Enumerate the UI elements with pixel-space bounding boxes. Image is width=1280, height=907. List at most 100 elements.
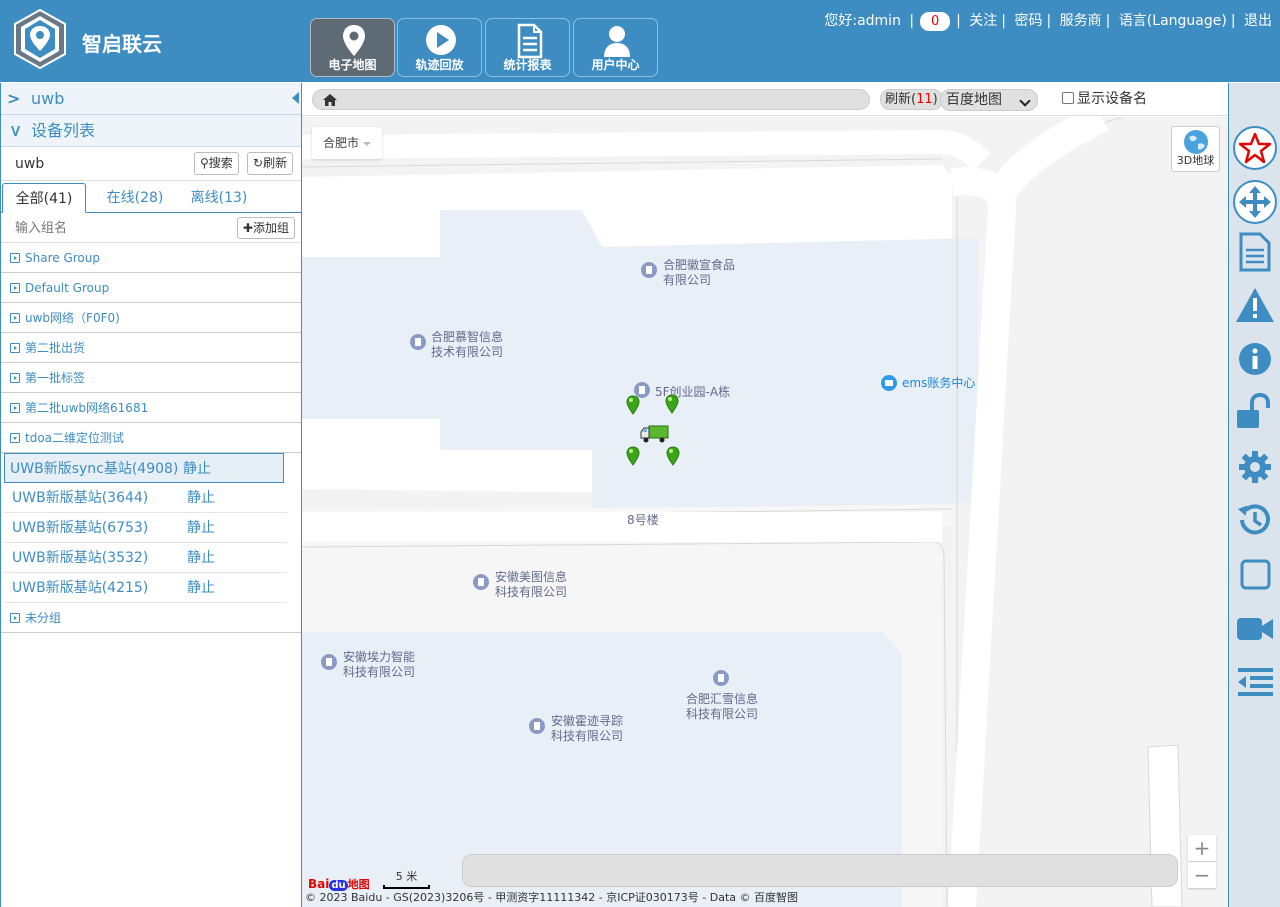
language-link[interactable]: 语言(Language) <box>1119 13 1227 29</box>
group-default[interactable]: Default Group <box>1 273 301 303</box>
tab-all[interactable]: 全部(41) <box>2 183 86 213</box>
square-icon[interactable] <box>1232 552 1278 598</box>
expand-icon <box>10 343 20 353</box>
gear-icon[interactable] <box>1232 444 1278 490</box>
device-row[interactable]: UWB新版基站(3532) 静止 <box>4 543 287 573</box>
search-button[interactable]: ⚲搜索 <box>194 152 239 175</box>
poi-label[interactable]: 安徽霍迹寻踪 科技有限公司 <box>551 714 623 744</box>
device-list-title: 设备列表 <box>31 121 96 140</box>
logout-link[interactable]: 退出 <box>1244 13 1272 29</box>
nav-user-center[interactable]: 用户中心 <box>573 18 658 77</box>
group-tdoa-test[interactable]: tdoa二维定位测试 <box>1 423 301 453</box>
video-icon[interactable] <box>1232 606 1278 652</box>
refresh-button[interactable]: ↻刷新 <box>247 152 294 175</box>
group-share[interactable]: Share Group <box>1 243 301 273</box>
add-group-button[interactable]: ✚添加组 <box>236 217 295 239</box>
move-icon[interactable] <box>1232 179 1278 225</box>
home-icon[interactable] <box>322 93 338 107</box>
mail-service-icon <box>881 375 897 391</box>
tab-online[interactable]: 在线(28) <box>93 183 177 213</box>
follow-link[interactable]: 关注 <box>969 13 997 29</box>
header: 智启联云 电子地图 轨迹回放 统计报表 用户中心 您好:admin | 0 | … <box>0 0 1280 82</box>
group-label: Default Group <box>25 281 110 295</box>
nav-electronic-map[interactable]: 电子地图 <box>310 18 395 77</box>
poi-label[interactable]: 安徽埃力智能 科技有限公司 <box>343 650 415 680</box>
tab-offline[interactable]: 离线(13) <box>177 183 261 213</box>
logo-icon <box>14 8 66 70</box>
search-row: ⚲搜索 ↻刷新 <box>1 147 301 181</box>
device-row[interactable]: UWB新版基站(4215) 静止 <box>4 573 287 603</box>
history-icon[interactable] <box>1232 497 1278 543</box>
refresh-countdown: 11 <box>916 92 933 107</box>
building-icon <box>641 262 657 278</box>
device-name: UWB新版基站(3644) <box>12 490 149 506</box>
zoom-in-button[interactable]: + <box>1188 835 1216 861</box>
building-icon <box>529 718 545 734</box>
map-refresh-button[interactable]: 刷新(11) <box>880 89 943 110</box>
nav-statistics-report[interactable]: 统计报表 <box>485 18 570 77</box>
building-icon <box>713 670 729 686</box>
unlock-icon[interactable] <box>1232 389 1278 435</box>
map-bottom-bar <box>462 854 1178 887</box>
refresh-label: 刷新( <box>885 92 917 107</box>
nav-label: 电子地图 <box>328 58 377 72</box>
search-button-label: 搜索 <box>208 156 233 170</box>
left-panel: > uwb > 设备列表 ⚲搜索 ↻刷新 全部(41) 在线(28) 离线(13… <box>0 83 302 907</box>
city-label: 合肥市 <box>323 136 360 150</box>
3d-globe-button[interactable]: 3D地球 <box>1171 126 1220 172</box>
device-row[interactable]: UWB新版基站(3644) 静止 <box>4 483 287 513</box>
indent-icon[interactable] <box>1232 659 1278 705</box>
device-search-input[interactable] <box>5 151 193 176</box>
base-station-marker[interactable] <box>626 446 640 466</box>
map-type-select[interactable]: 百度地图 <box>940 89 1038 111</box>
refresh-icon: ↻ <box>253 156 264 170</box>
base-station-marker[interactable] <box>666 446 680 466</box>
provider-link[interactable]: 服务商 <box>1060 13 1102 29</box>
map-canvas[interactable]: 合肥市 3D地球 合肥徽宣食品 有限公司 合肥慕智信息 技术有限公司 5F创业园-A… <box>302 117 1228 907</box>
add-group-label: 添加组 <box>252 221 289 235</box>
account-header[interactable]: > uwb <box>1 83 301 115</box>
device-row[interactable]: UWB新版sync基站(4908) 静止 <box>4 453 284 483</box>
device-row[interactable]: UWB新版基站(6753) 静止 <box>4 513 287 543</box>
nav-track-playback[interactable]: 轨迹回放 <box>397 18 482 77</box>
message-count-badge[interactable]: 0 <box>920 11 951 31</box>
base-station-marker[interactable] <box>626 395 640 415</box>
home-breadcrumb[interactable] <box>312 89 870 110</box>
group-second-shipment[interactable]: 第二批出货 <box>1 333 301 363</box>
checkbox[interactable] <box>1062 92 1074 104</box>
poi-label[interactable]: ems账务中心 <box>902 376 975 391</box>
map-panel: 刷新(11) 百度地图 显示设备名 合肥市 3D地球 合肥徽宣食品 有限公司 合… <box>302 83 1228 907</box>
poi-label[interactable]: 合肥慕智信息 技术有限公司 <box>431 330 503 360</box>
chevron-down-icon: > <box>6 124 26 138</box>
device-list-header[interactable]: > 设备列表 <box>1 115 301 147</box>
device-name: UWB新版基站(3532) <box>12 550 149 566</box>
zoom-out-button[interactable]: − <box>1188 862 1216 888</box>
poi-label[interactable]: 8号楼 <box>627 513 659 528</box>
city-selector[interactable]: 合肥市 <box>312 127 383 159</box>
show-device-name-label: 显示设备名 <box>1077 91 1147 107</box>
collapse-panel-icon[interactable] <box>292 92 299 104</box>
base-station-marker[interactable] <box>665 394 679 414</box>
warning-icon[interactable] <box>1232 282 1278 328</box>
info-icon[interactable] <box>1232 336 1278 382</box>
nav-label: 轨迹回放 <box>415 58 464 72</box>
poi-label[interactable]: 安徽美图信息 科技有限公司 <box>495 570 567 600</box>
document-icon[interactable] <box>1232 229 1278 275</box>
group-label: tdoa二维定位测试 <box>25 431 125 445</box>
report-icon <box>517 23 543 59</box>
group-ungrouped[interactable]: 未分组 <box>1 603 301 633</box>
poi-label[interactable]: 合肥徽宣食品 有限公司 <box>663 258 735 288</box>
device-status: 静止 <box>187 490 215 506</box>
password-link[interactable]: 密码 <box>1014 13 1042 29</box>
group-name-input[interactable] <box>5 216 230 240</box>
group-uwb-network[interactable]: uwb网络（F0F0) <box>1 303 301 333</box>
group-first-tags[interactable]: 第一批标签 <box>1 363 301 393</box>
star-icon[interactable] <box>1232 125 1278 171</box>
group-second-uwb-network[interactable]: 第二批uwb网络61681 <box>1 393 301 423</box>
truck-icon[interactable] <box>640 424 669 444</box>
device-name: UWB新版基站(6753) <box>12 520 149 536</box>
poi-label[interactable]: 合肥汇雪信息 科技有限公司 <box>686 692 758 722</box>
show-device-name-toggle[interactable]: 显示设备名 <box>1062 91 1147 107</box>
building-icon <box>473 574 489 590</box>
expand-icon <box>10 253 20 263</box>
